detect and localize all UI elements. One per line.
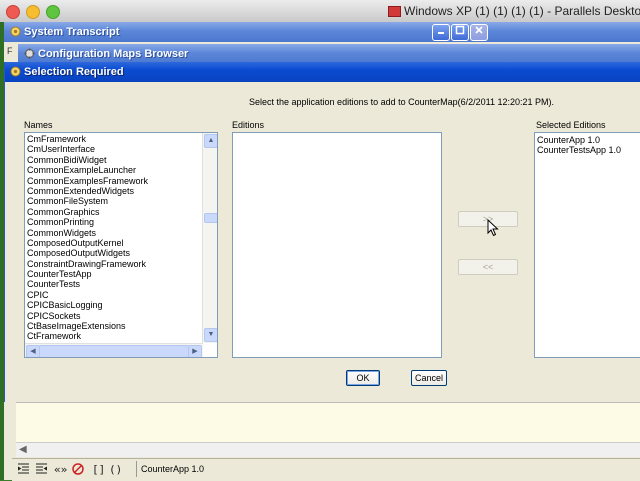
mac-minimize-button[interactable] <box>26 5 40 19</box>
editions-label: Editions <box>232 120 265 130</box>
transcript-maximize-button[interactable] <box>451 24 469 41</box>
indent-right-icon[interactable] <box>36 463 47 474</box>
list-item[interactable]: CommonBidiWidget <box>27 155 199 165</box>
selected-editions-list: CounterApp 1.0 CounterTestsApp 1.0 <box>537 135 621 156</box>
square-brackets-icon[interactable]: [] <box>92 463 105 476</box>
maps-browser-title-bar[interactable]: Configuration Maps Browser <box>18 44 640 64</box>
cancel-button[interactable]: Cancel <box>411 370 447 386</box>
parallels-icon <box>388 6 401 17</box>
list-item[interactable]: ConstraintDrawingFramework <box>27 259 199 269</box>
transcript-text-area[interactable] <box>16 402 640 445</box>
names-vertical-scrollbar[interactable]: ▲ ▼ <box>202 133 217 343</box>
transcript-left-strip: F <box>4 42 18 62</box>
dialog-instruction: Select the application editions to add t… <box>249 97 555 107</box>
mac-close-button[interactable] <box>6 5 20 19</box>
list-item[interactable]: CommonWidgets <box>27 228 199 238</box>
names-horizontal-thumb[interactable] <box>39 345 189 357</box>
list-item[interactable]: CmFramework <box>27 134 199 144</box>
status-text: CounterApp 1.0 <box>136 461 640 477</box>
maps-browser-title: Configuration Maps Browser <box>38 48 189 60</box>
transcript-title: System Transcript <box>24 26 120 38</box>
scroll-right-icon[interactable]: ▶ <box>188 345 202 357</box>
minimize-icon <box>438 32 444 34</box>
strip-letter: F <box>7 46 13 56</box>
names-listbox[interactable]: CmFramework CmUserInterface CommonBidiWi… <box>24 132 218 358</box>
mac-title-bar: Windows XP (1) (1) (1) (1) - Parallels D… <box>0 0 640 23</box>
dialog-title: Selection Required <box>24 66 124 78</box>
no-symbol-icon[interactable] <box>72 463 84 475</box>
list-item[interactable]: CommonExampleLauncher <box>27 165 199 175</box>
dialog-window-icon <box>10 66 21 77</box>
mac-window-title: Windows XP (1) (1) (1) (1) - Parallels D… <box>404 4 640 18</box>
close-icon <box>475 26 483 34</box>
indent-left-icon[interactable] <box>18 463 29 474</box>
names-horizontal-scrollbar[interactable]: ◀ ▶ <box>25 343 203 357</box>
list-item[interactable]: CtFramework <box>27 331 199 341</box>
maximize-icon <box>455 25 465 35</box>
selected-editions-listbox[interactable]: CounterApp 1.0 CounterTestsApp 1.0 <box>534 132 640 358</box>
scroll-left-icon[interactable]: ◀ <box>19 444 27 455</box>
list-item[interactable]: CommonExamplesFramework <box>27 176 199 186</box>
list-item[interactable]: CtBaseImageExtensions <box>27 321 199 331</box>
list-item[interactable]: CPICSockets <box>27 311 199 321</box>
transcript-status-bar: «» [] () CounterApp 1.0 <box>12 458 640 481</box>
transcript-horizontal-scrollbar[interactable]: ◀ <box>16 442 640 457</box>
mouse-cursor-icon <box>487 219 499 237</box>
quote-icon[interactable]: «» <box>54 463 67 476</box>
dialog-title-bar[interactable]: Selection Required <box>5 62 640 82</box>
list-item[interactable]: CommonPrinting <box>27 217 199 227</box>
maps-browser-window-icon <box>24 48 35 59</box>
list-item[interactable]: CounterTests <box>27 279 199 289</box>
transcript-minimize-button[interactable] <box>432 24 450 41</box>
list-item[interactable]: CounterTestApp <box>27 269 199 279</box>
scroll-up-icon[interactable]: ▲ <box>204 134 217 148</box>
list-item[interactable]: ComposedOutputWidgets <box>27 248 199 258</box>
list-item[interactable]: CounterTestsApp 1.0 <box>537 145 621 155</box>
remove-edition-button[interactable]: << <box>458 259 518 275</box>
list-item[interactable]: CPICBasicLogging <box>27 300 199 310</box>
transcript-close-button[interactable] <box>470 24 488 41</box>
list-item[interactable]: CounterApp 1.0 <box>537 135 621 145</box>
mac-zoom-button[interactable] <box>46 5 60 19</box>
selected-editions-label: Selected Editions <box>536 120 606 130</box>
names-label: Names <box>24 120 53 130</box>
list-item[interactable]: CommonExtendedWidgets <box>27 186 199 196</box>
scroll-left-icon[interactable]: ◀ <box>26 345 40 357</box>
ok-button[interactable]: OK <box>346 370 380 386</box>
list-item[interactable]: ComposedOutputKernel <box>27 238 199 248</box>
list-item[interactable]: CPIC <box>27 290 199 300</box>
transcript-title-bar[interactable]: System Transcript <box>4 22 640 42</box>
editions-listbox[interactable] <box>232 132 442 358</box>
list-item[interactable]: CommonFileSystem <box>27 196 199 206</box>
transcript-window-icon <box>10 26 21 37</box>
names-vertical-thumb[interactable] <box>204 213 217 223</box>
selection-required-dialog: Selection Required Select the applicatio… <box>4 62 640 402</box>
list-item[interactable]: CommonGraphics <box>27 207 199 217</box>
list-item[interactable]: CmUserInterface <box>27 144 199 154</box>
names-list: CmFramework CmUserInterface CommonBidiWi… <box>27 134 199 342</box>
parentheses-icon[interactable]: () <box>109 463 122 476</box>
scroll-down-icon[interactable]: ▼ <box>204 328 217 342</box>
